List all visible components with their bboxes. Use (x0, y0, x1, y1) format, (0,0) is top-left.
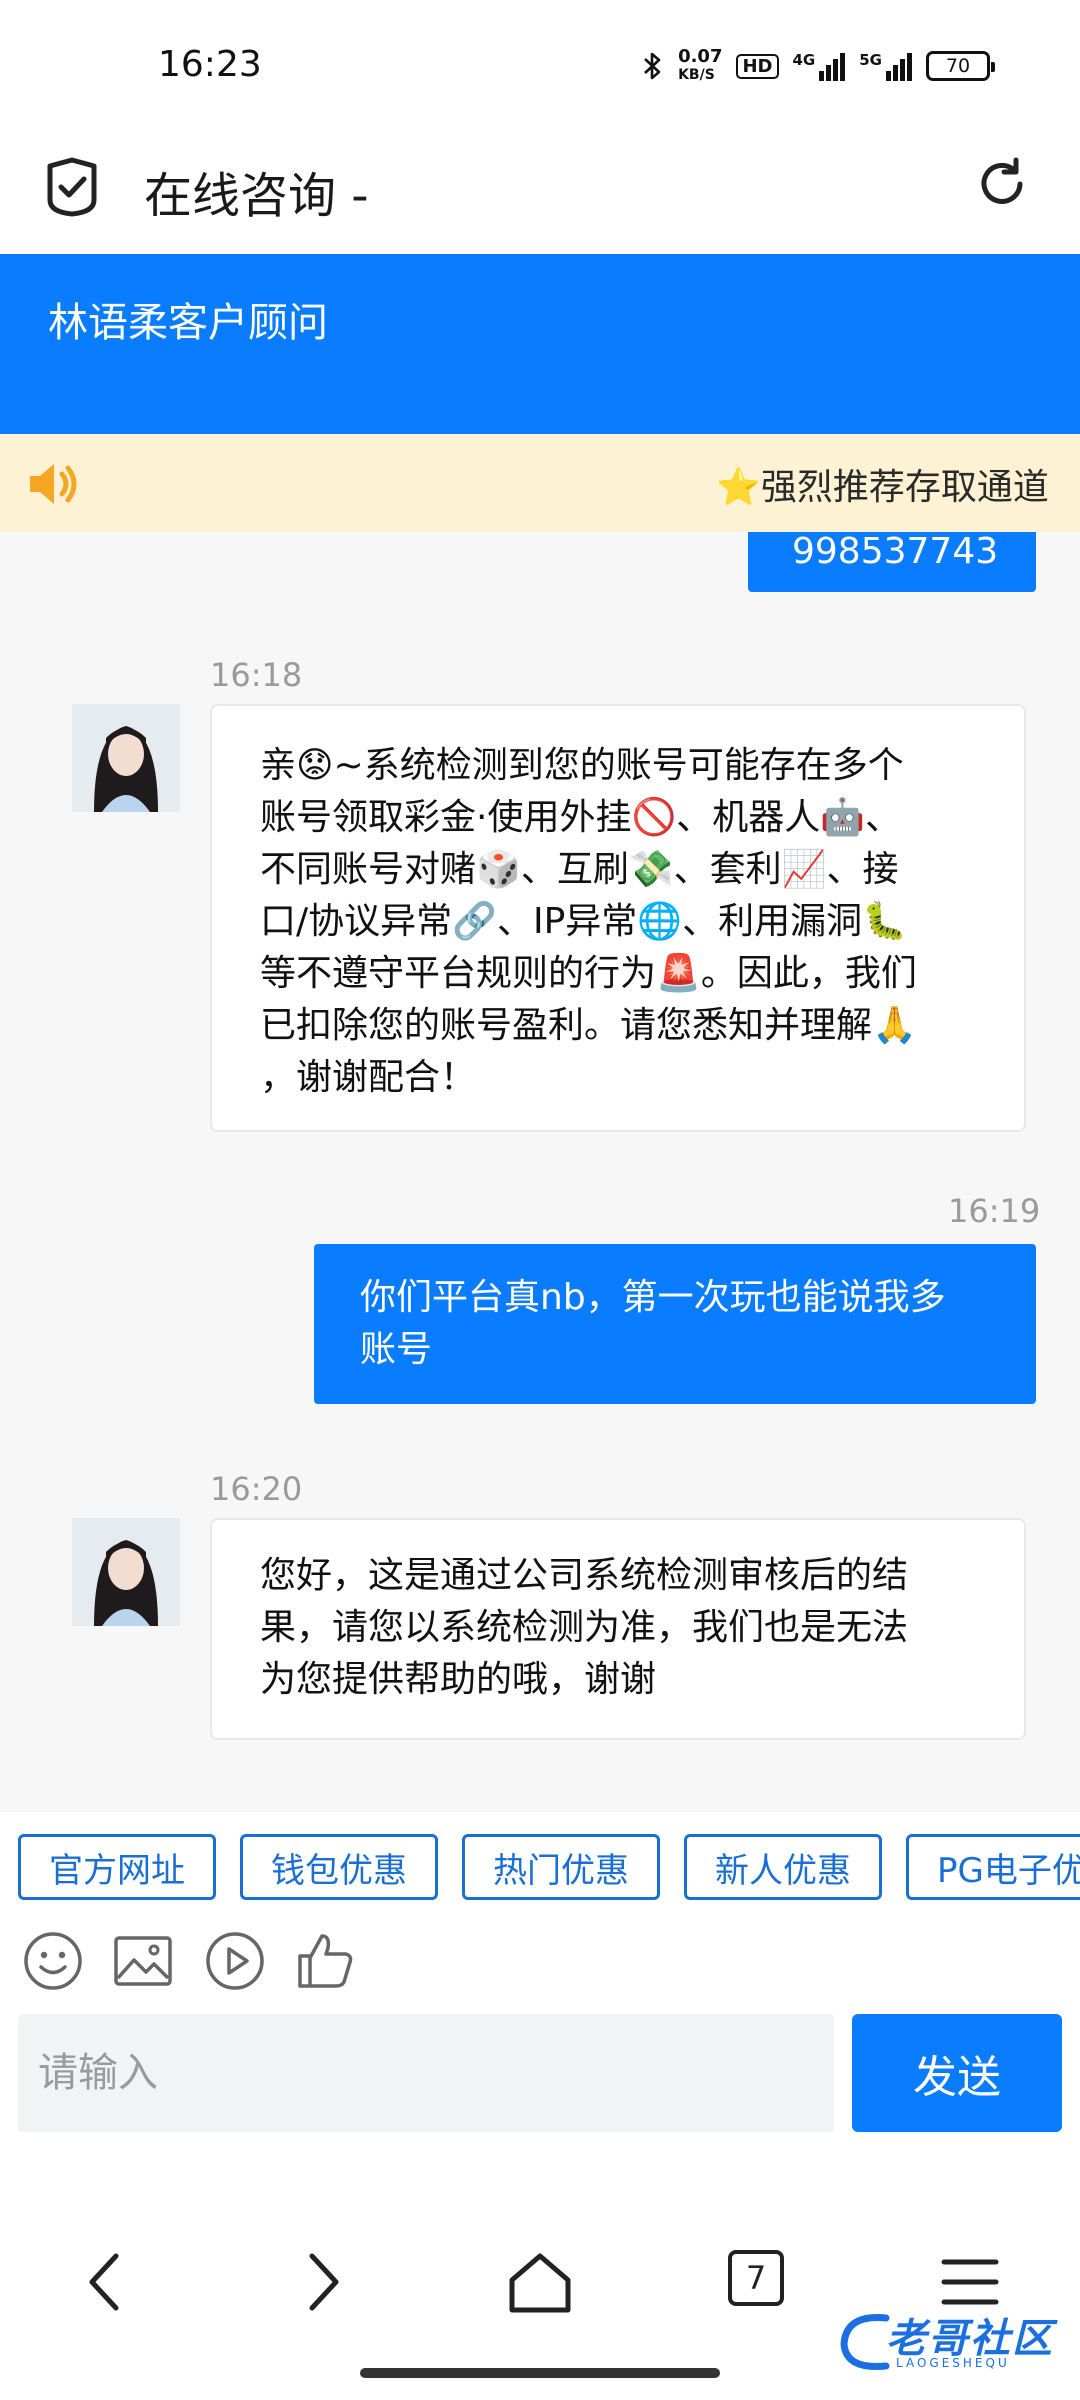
agent-avatar (72, 1518, 180, 1626)
message-line: 果，请您以系统检测为准，我们也是无法 (260, 1607, 909, 1648)
tool-row (0, 1912, 1080, 2012)
quick-reply-row: 官方网址 钱包优惠 热门优惠 新人优惠 PG电子优惠 (0, 1812, 1080, 1912)
message-line: 亲😟~系统检测到您的账号可能存在多个 (260, 745, 904, 786)
battery-icon: 70 (926, 51, 995, 81)
quick-button-newcomer[interactable]: 新人优惠 (684, 1834, 882, 1900)
message-line: 口/协议异常🔗、IP异常🌐、利用漏洞🐛 (260, 901, 907, 942)
message-timestamp: 16:18 (210, 656, 303, 694)
agent-avatar (72, 704, 180, 812)
bluetooth-icon (644, 52, 661, 80)
status-icons: 0.07 KB/S HD 4G 5G 70 (642, 46, 995, 84)
message-timestamp: 16:19 (948, 1192, 1041, 1230)
chat-area[interactable]: 998537743 16:18 亲😟~系统检测到您的账号可能存在多个 账号领取彩… (0, 532, 1080, 1812)
outgoing-message-partial: 998537743 (748, 532, 1036, 592)
browser-bottom-nav: 7 老哥社区 LAOGESHEQU (0, 2142, 1080, 2400)
home-indicator[interactable] (360, 2368, 720, 2378)
quick-button-official-site[interactable]: 官方网址 (18, 1834, 216, 1900)
video-play-icon[interactable] (204, 1930, 266, 1992)
emoji-icon[interactable] (22, 1930, 84, 1992)
signal-5g-icon: 5G (859, 51, 912, 81)
message-line: 已扣除您的账号盈利。请您悉知并理解🙏 (260, 1005, 917, 1046)
signal-4g-icon: 4G (793, 51, 846, 81)
tabs-count-icon[interactable]: 7 (728, 2250, 784, 2306)
quick-button-hot[interactable]: 热门优惠 (462, 1834, 660, 1900)
image-icon[interactable] (112, 1930, 174, 1992)
shield-check-icon[interactable] (44, 156, 100, 218)
message-input[interactable] (18, 2014, 834, 2132)
watermark-logo: 老哥社区 LAOGESHEQU (836, 2302, 1070, 2378)
incoming-message: 您好，这是通过公司系统检测审核后的结 果，请您以系统检测为准，我们也是无法 为您… (210, 1518, 1026, 1740)
chat-header: 林语柔客户顾问 (0, 254, 1080, 434)
message-line: 为您提供帮助的哦，谢谢 (260, 1659, 657, 1700)
quick-button-pg[interactable]: PG电子优惠 (906, 1834, 1080, 1900)
message-timestamp: 16:20 (210, 1470, 303, 1508)
message-line: 不同账号对赌🎲、互刷💸、套利📈、接 (260, 849, 899, 890)
input-row: 发送 (0, 2012, 1080, 2142)
send-button[interactable]: 发送 (852, 2014, 1062, 2132)
message-line: 您好，这是通过公司系统检测审核后的结 (260, 1555, 909, 1596)
notice-marquee[interactable]: ⭐强烈推荐存取通道 (716, 458, 1049, 510)
thumbs-up-icon[interactable] (294, 1930, 356, 1992)
message-line: ，谢谢配合！ (260, 1057, 477, 1098)
speaker-icon (30, 464, 77, 504)
message-line: 你们平台真nb，第一次玩也能说我多 (360, 1277, 946, 1318)
message-line: 账号领取彩金·使用外挂🚫、机器人🤖、 (260, 797, 902, 838)
notice-bar: ⭐强烈推荐存取通道 (0, 434, 1080, 532)
refresh-icon[interactable] (972, 154, 1032, 214)
browser-header: 在线咨询 - (0, 130, 1080, 254)
back-icon[interactable] (68, 2242, 148, 2322)
page-title: 在线咨询 - (144, 168, 369, 224)
status-time: 16:23 (158, 44, 262, 85)
message-line: 等不遵守平台规则的行为🚨。因此，我们 (260, 953, 917, 994)
forward-icon[interactable] (282, 2242, 362, 2322)
outgoing-message: 你们平台真nb，第一次玩也能说我多 账号 (314, 1244, 1036, 1404)
network-speed: 0.07 KB/S (678, 46, 723, 84)
agent-name: 林语柔客户顾问 (48, 300, 328, 346)
home-icon[interactable] (500, 2242, 580, 2322)
incoming-message: 亲😟~系统检测到您的账号可能存在多个 账号领取彩金·使用外挂🚫、机器人🤖、 不同… (210, 704, 1026, 1132)
status-bar: 16:23 0.07 KB/S HD 4G 5G 70 (0, 0, 1080, 130)
hd-badge: HD (736, 53, 779, 79)
message-line: 账号 (360, 1329, 433, 1370)
quick-button-wallet[interactable]: 钱包优惠 (240, 1834, 438, 1900)
